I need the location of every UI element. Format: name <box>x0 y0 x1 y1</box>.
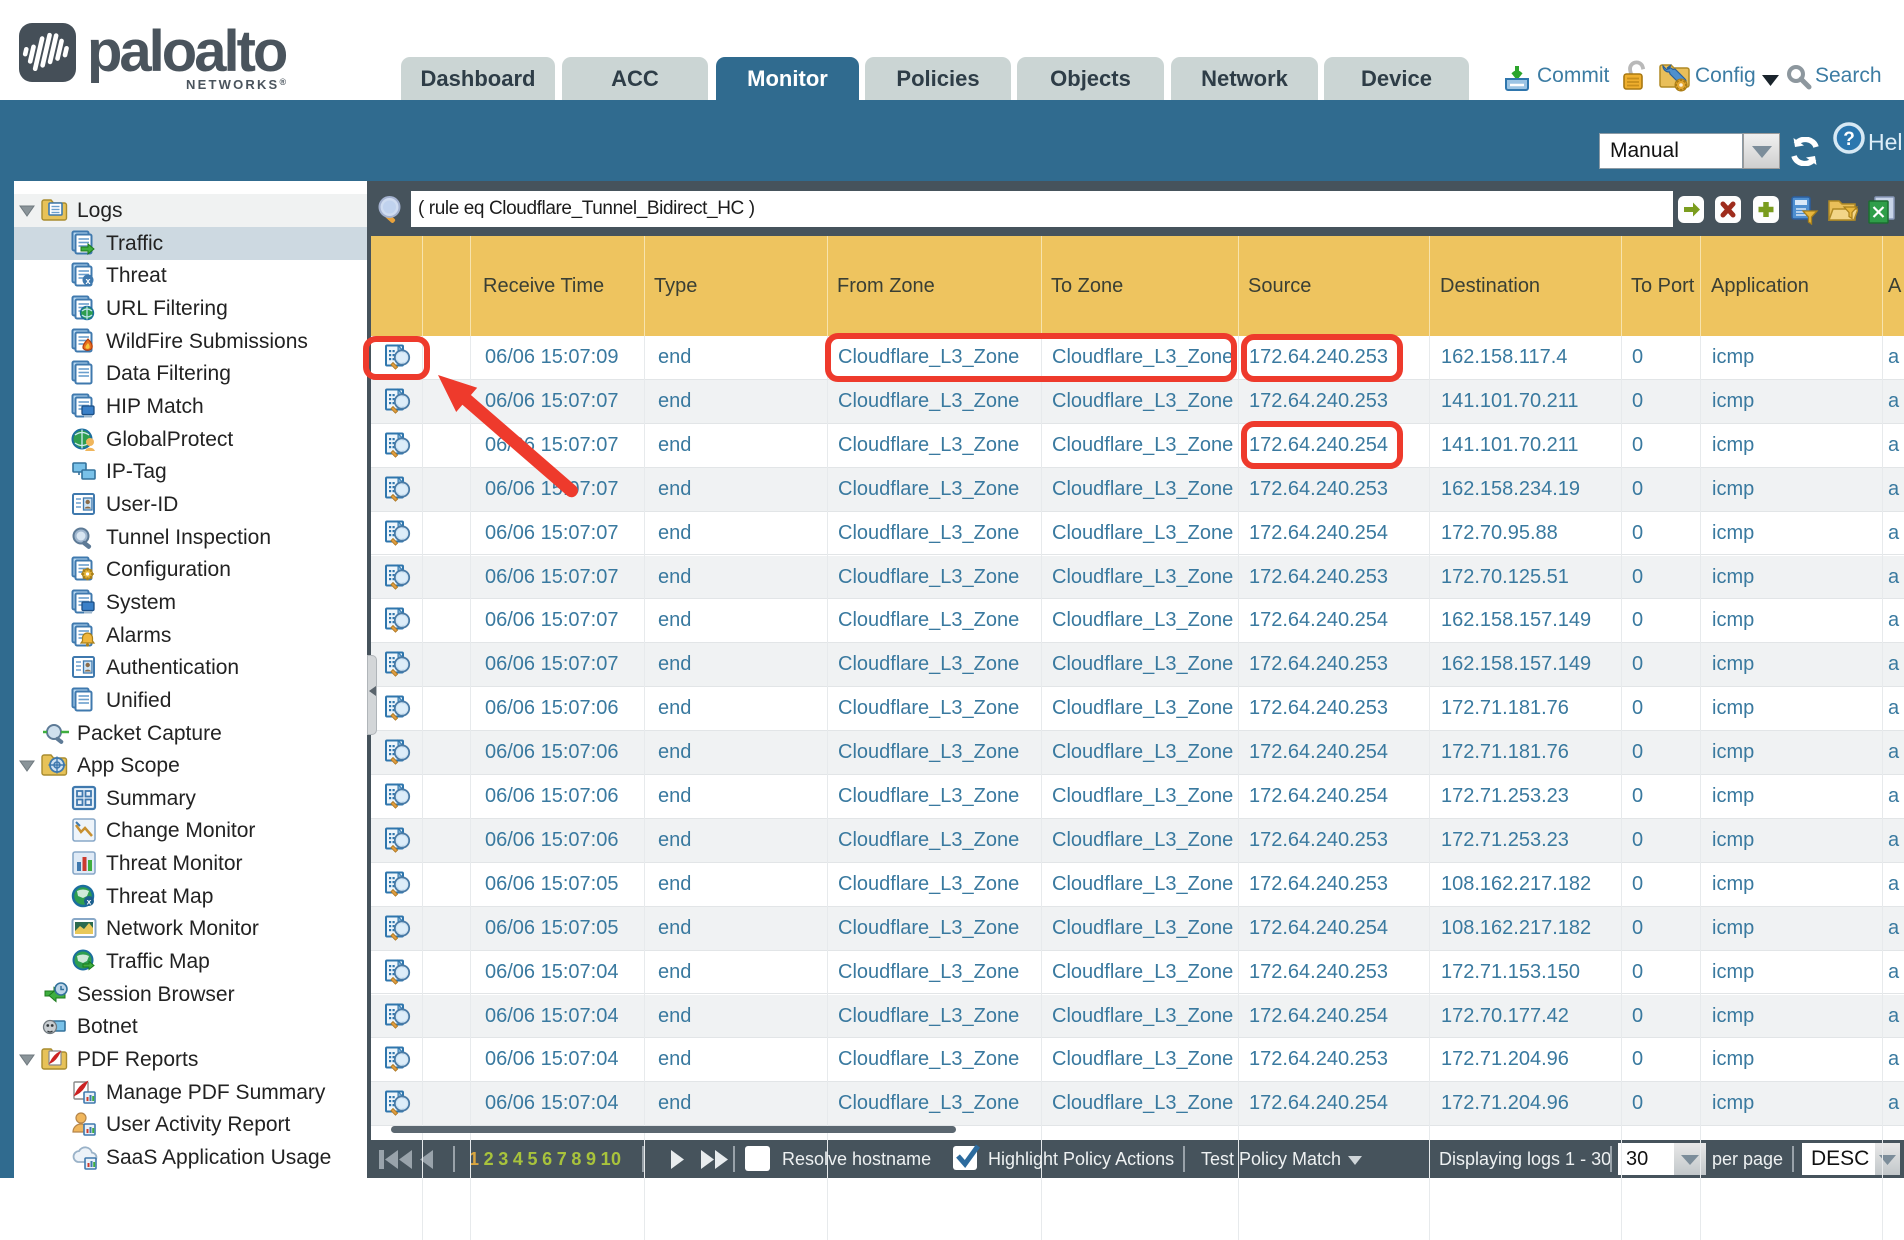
svg-text:?: ? <box>1843 129 1855 150</box>
svg-text:x: x <box>87 896 92 906</box>
svg-text:x: x <box>85 276 90 286</box>
